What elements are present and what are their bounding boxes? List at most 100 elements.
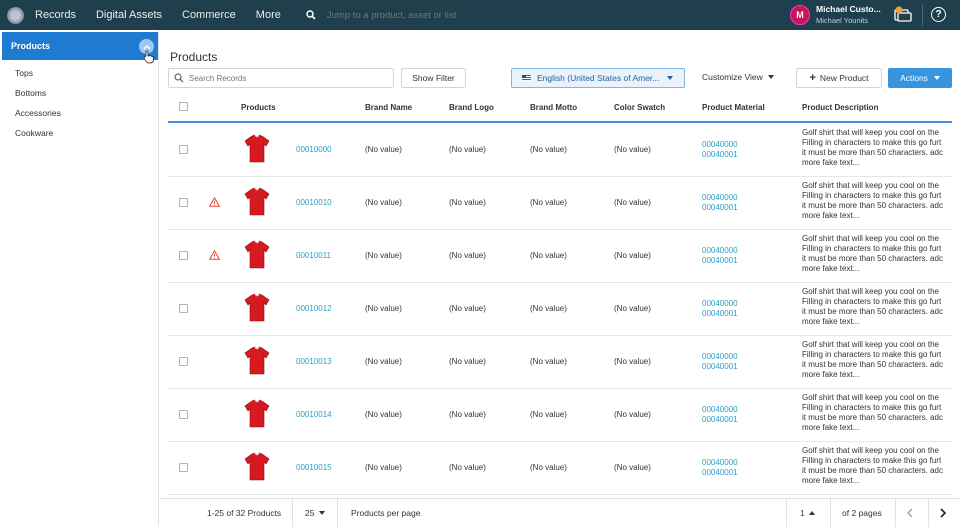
material-link[interactable]: 00040001 [702,150,738,159]
notifications-icon[interactable] [894,6,912,22]
description-line: more fake text... [802,158,860,167]
material-link[interactable]: 00040000 [702,352,738,361]
table-row[interactable]: 00010000 (No value) (No value) (No value) (N… [168,124,952,177]
nav-records[interactable]: Records [35,9,76,21]
sidebar-item-accessories[interactable]: Accessories [15,108,61,118]
column-header-color-swatch[interactable]: Color Swatch [614,103,665,112]
page-number: 1 [800,508,805,518]
material-link[interactable]: 00040000 [702,458,738,467]
nav-digital-assets[interactable]: Digital Assets [96,9,162,21]
material-link[interactable]: 00040001 [702,309,738,318]
row-checkbox[interactable] [179,357,188,366]
actions-button[interactable]: Actions [888,68,952,88]
material-link[interactable]: 00040001 [702,256,738,265]
material-link[interactable]: 00040000 [702,405,738,414]
next-page-button[interactable] [939,499,947,527]
user-menu[interactable]: M Michael Custo... Michael Younits [790,4,881,26]
table-row[interactable]: 00010011 (No value) (No value) (No value) (N… [168,230,952,283]
product-id-link[interactable]: 00010012 [296,304,332,313]
product-id-link[interactable]: 00010014 [296,410,332,419]
product-description-cell: Golf shirt that will keep you cool on th… [802,340,952,380]
row-checkbox[interactable] [179,198,188,207]
brand-logo-cell: (No value) [449,145,486,154]
color-swatch-cell: (No value) [614,198,651,207]
sidebar-item-bottoms[interactable]: Bottoms [15,88,46,98]
sidebar-item-cookware[interactable]: Cookware [15,128,53,138]
sidebar-item-tops[interactable]: Tops [15,68,33,78]
product-thumbnail[interactable] [244,346,270,376]
row-checkbox[interactable] [179,145,188,154]
sidebar-item-products[interactable]: Products [2,32,158,60]
new-product-label: New Product [819,73,869,83]
brand-name-cell: (No value) [365,357,402,366]
product-id-link[interactable]: 00010000 [296,145,332,154]
material-link[interactable]: 00040000 [702,246,738,255]
product-thumbnail[interactable] [244,134,270,164]
brand-motto-cell: (No value) [530,463,567,472]
description-line: Filling in characters to make this go fu… [802,138,942,147]
brand-name-cell: (No value) [365,251,402,260]
row-checkbox[interactable] [179,410,188,419]
material-link[interactable]: 00040000 [702,140,738,149]
product-thumbnail[interactable] [244,452,270,482]
material-link[interactable]: 00040000 [702,299,738,308]
material-link[interactable]: 00040001 [702,415,738,424]
row-checkbox[interactable] [179,251,188,260]
product-thumbnail[interactable] [244,293,270,323]
description-line: more fake text... [802,423,860,432]
customize-view-button[interactable]: Customize View [702,72,774,82]
product-id-link[interactable]: 00010010 [296,198,332,207]
column-header-product-material[interactable]: Product Material [702,103,765,112]
product-id-link[interactable]: 00010015 [296,463,332,472]
column-header-brand-motto[interactable]: Brand Motto [530,103,577,112]
record-search[interactable] [168,68,394,88]
table-row[interactable]: 00010013 (No value) (No value) (No value) (N… [168,336,952,389]
column-header-product-description[interactable]: Product Description [802,103,878,112]
brand-logo-cell: (No value) [449,251,486,260]
language-select[interactable]: English (United States of Amer... [511,68,685,88]
table-row[interactable]: 00010010 (No value) (No value) (No value) (N… [168,177,952,230]
color-swatch-cell: (No value) [614,304,651,313]
main-content: Products Show Filter English (United Sta… [160,30,960,526]
select-all-checkbox[interactable] [179,102,188,111]
table-row[interactable]: 00010014 (No value) (No value) (No value) (N… [168,389,952,442]
app-logo-icon[interactable] [7,6,24,24]
page-select[interactable]: 1 [800,499,815,527]
nav-more[interactable]: More [256,9,281,21]
material-link[interactable]: 00040001 [702,362,738,371]
previous-page-button[interactable] [906,499,914,527]
show-filter-button[interactable]: Show Filter [401,68,466,88]
column-header-brand-logo[interactable]: Brand Logo [449,103,494,112]
material-link[interactable]: 00040000 [702,193,738,202]
caret-down-icon [933,76,940,80]
caret-down-icon [667,76,674,80]
per-page-select[interactable]: 25 [305,499,326,527]
table-row[interactable]: 00010012 (No value) (No value) (No value) (N… [168,283,952,336]
product-description-cell: Golf shirt that will keep you cool on th… [802,393,952,433]
product-thumbnail[interactable] [244,399,270,429]
description-line: Filling in characters to make this go fu… [802,244,942,253]
product-id-link[interactable]: 00010011 [296,251,331,260]
material-link[interactable]: 00040001 [702,203,738,212]
row-checkbox[interactable] [179,463,188,472]
description-line: more fake text... [802,370,860,379]
new-product-button[interactable]: + New Product [796,68,882,88]
help-icon[interactable]: ? [931,7,946,22]
material-link[interactable]: 00040001 [702,468,738,477]
search-input[interactable] [189,73,369,83]
table-row[interactable]: 00010015 (No value) (No value) (No value) (N… [168,442,952,495]
global-search-input[interactable] [326,9,627,21]
brand-name-cell: (No value) [365,304,402,313]
caret-up-icon [808,511,815,515]
product-thumbnail[interactable] [244,240,270,270]
search-icon[interactable] [303,10,319,20]
avatar[interactable]: M [790,5,810,25]
row-checkbox[interactable] [179,304,188,313]
nav-commerce[interactable]: Commerce [182,9,236,21]
description-line: Golf shirt that will keep you cool on th… [802,287,939,296]
description-line: it must be more than 50 characters. adc [802,413,943,422]
product-id-link[interactable]: 00010013 [296,357,332,366]
column-header-products[interactable]: Products [241,103,276,112]
column-header-brand-name[interactable]: Brand Name [365,103,412,112]
product-thumbnail[interactable] [244,187,270,217]
